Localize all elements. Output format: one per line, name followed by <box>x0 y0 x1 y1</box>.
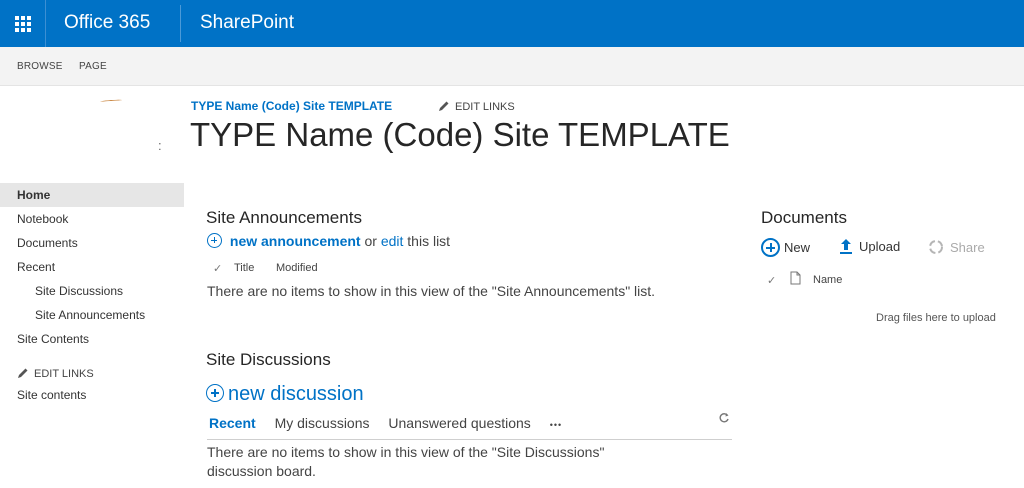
this-list-text: this list <box>407 233 451 249</box>
nav-item-site-contents[interactable]: Site Contents <box>0 327 184 351</box>
page-title: TYPE Name (Code) Site TEMPLATE <box>190 116 730 153</box>
new-document-button[interactable]: New <box>761 238 810 257</box>
drag-files-hint: Drag files here to upload <box>876 312 996 324</box>
ribbon-tab-page[interactable]: PAGE <box>79 61 107 72</box>
column-header-modified[interactable]: Modified <box>276 262 318 274</box>
nav-edit-links-button[interactable]: EDIT LINKS <box>17 367 94 380</box>
left-navigation: Home Notebook Documents Recent Site Disc… <box>0 183 184 351</box>
new-announcement-link[interactable]: new announcement <box>230 233 361 249</box>
edit-links-top-label: EDIT LINKS <box>455 101 515 113</box>
column-header-title[interactable]: Title <box>234 262 254 274</box>
edit-links-top-button[interactable]: EDIT LINKS <box>438 100 515 113</box>
nav-site-contents-link[interactable]: Site contents <box>17 388 86 402</box>
new-document-label: New <box>784 240 811 255</box>
pencil-icon <box>18 368 28 378</box>
discussions-title[interactable]: Site Discussions <box>206 350 331 370</box>
new-announcement-row: new announcement or edit this list <box>207 233 450 249</box>
nav-item-documents[interactable]: Documents <box>0 231 184 255</box>
share-label: Share <box>950 240 985 255</box>
share-icon <box>929 240 943 254</box>
office-365-brand[interactable]: Office 365 <box>64 12 150 34</box>
discussions-empty-message-line2: discussion board. <box>207 463 316 479</box>
new-discussion-link[interactable]: new discussion <box>228 383 364 405</box>
column-header-name[interactable]: Name <box>813 274 842 286</box>
select-all-check-icon[interactable]: ✓ <box>213 262 222 275</box>
nav-item-notebook[interactable]: Notebook <box>0 207 184 231</box>
upload-button[interactable]: Upload <box>839 238 900 254</box>
tab-unanswered-questions[interactable]: Unanswered questions <box>388 415 530 431</box>
upload-arrow-icon <box>840 239 852 254</box>
share-button[interactable]: Share <box>927 238 985 256</box>
or-text: or <box>364 233 377 249</box>
add-circle-icon[interactable] <box>207 233 222 248</box>
nav-edit-links-label: EDIT LINKS <box>34 368 94 380</box>
new-discussion-row[interactable]: new discussion <box>206 383 364 406</box>
tab-recent[interactable]: Recent <box>209 415 256 431</box>
announcements-empty-message: There are no items to show in this view … <box>207 283 656 299</box>
add-circle-icon[interactable] <box>206 384 224 402</box>
nav-item-site-announcements[interactable]: Site Announcements <box>0 303 184 327</box>
select-all-check-icon[interactable]: ✓ <box>767 274 776 287</box>
refresh-icon[interactable] <box>718 412 730 424</box>
edit-list-link[interactable]: edit <box>381 233 404 249</box>
discussion-tabs: Recent My discussions Unanswered questio… <box>209 415 577 431</box>
brand-divider <box>180 5 181 42</box>
more-ellipsis-icon[interactable]: ••• <box>550 420 562 430</box>
breadcrumb[interactable]: TYPE Name (Code) Site TEMPLATE <box>191 99 392 113</box>
discussions-empty-message-line1: There are no items to show in this view … <box>207 444 605 460</box>
nav-item-home[interactable]: Home <box>0 183 184 207</box>
pencil-icon <box>439 101 449 111</box>
sharepoint-brand[interactable]: SharePoint <box>200 12 294 34</box>
ribbon: BROWSE PAGE <box>0 47 1024 86</box>
nav-item-site-discussions[interactable]: Site Discussions <box>0 279 184 303</box>
documents-title[interactable]: Documents <box>761 208 847 228</box>
ribbon-tab-browse[interactable]: BROWSE <box>17 61 63 72</box>
announcements-title[interactable]: Site Announcements <box>206 208 362 228</box>
tab-my-discussions[interactable]: My discussions <box>275 415 370 431</box>
waffle-icon[interactable] <box>0 0 46 47</box>
nav-item-recent[interactable]: Recent <box>0 255 184 279</box>
add-circle-icon <box>761 238 780 257</box>
site-logo[interactable] <box>12 98 164 161</box>
site-logo-fragment: : <box>158 138 162 153</box>
suite-bar: Office 365 SharePoint <box>0 0 1024 47</box>
file-type-icon <box>790 271 801 285</box>
discussion-tabs-divider <box>207 439 732 440</box>
upload-label: Upload <box>859 239 901 254</box>
